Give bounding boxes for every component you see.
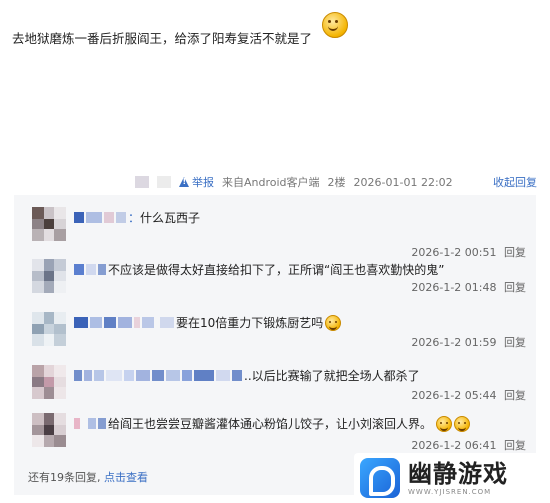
reply-text: 给阎王也尝尝豆瓣酱灌体通心粉馅儿饺子，让小刘滚回人界。	[74, 415, 471, 432]
collapse-replies-link[interactable]: 收起回复	[493, 174, 537, 190]
avatar[interactable]	[32, 207, 66, 241]
list-item: 不应该是做得太好直接给扣下了，正所谓“阎王也喜欢勤快的鬼” 2026-1-2 0…	[14, 259, 536, 309]
avatar[interactable]	[32, 413, 66, 447]
site-logo-icon	[360, 458, 400, 498]
source-text: 来自Android客户端	[222, 176, 320, 189]
reply-time: 2026-1-2 06:41	[411, 439, 497, 452]
reply-content: 不应该是做得太好直接给扣下了，正所谓“阎王也喜欢勤快的鬼”	[108, 263, 445, 277]
reply-meta: 2026-1-2 05:44 回复	[411, 387, 526, 403]
reply-meta: 2026-1-2 01:48 回复	[411, 279, 526, 295]
reply-button[interactable]: 回复	[504, 389, 526, 402]
report-button[interactable]: 举报	[179, 174, 214, 190]
report-label: 举报	[192, 176, 214, 189]
reply-content: 给阎王也尝尝豆瓣酱灌体通心粉馅儿饺子，让小刘滚回人界。	[108, 417, 433, 431]
reply-text: ： 什么瓦西子	[74, 209, 200, 226]
reply-meta: 2026-1-2 00:51 回复	[411, 244, 526, 260]
avatar[interactable]	[32, 312, 66, 346]
reply-panel: ： 什么瓦西子 2026-1-2 00:51 回复 不应该是做得太好直接给扣下了…	[14, 195, 536, 495]
blurred-thumbnail	[135, 176, 149, 188]
reply-content: 什么瓦西子	[140, 211, 201, 225]
warning-icon	[179, 177, 190, 187]
reply-text: 不应该是做得太好直接给扣下了，正所谓“阎王也喜欢勤快的鬼”	[74, 261, 444, 278]
post-datetime: 2026-01-01 22:02	[353, 175, 453, 189]
view-more-link[interactable]: 点击查看	[104, 471, 148, 484]
site-watermark: 幽静游戏 WWW.YJISREN.COM	[354, 453, 550, 503]
reply-meta: 2026-1-2 01:59 回复	[411, 334, 526, 350]
blurred-thumbnail	[157, 176, 171, 188]
reply-text: .. 以后比赛输了就把全场人都杀了	[74, 367, 420, 384]
watermark-text: 幽静游戏 WWW.YJISREN.COM	[400, 460, 508, 496]
more-replies: 还有19条回复, 点击查看	[28, 469, 148, 485]
reply-button[interactable]: 回复	[504, 246, 526, 259]
reply-content: 以后比赛输了就把全场人都杀了	[251, 369, 420, 383]
list-item: .. 以后比赛输了就把全场人都杀了 2026-1-2 05:44 回复	[14, 365, 536, 415]
watermark-subtitle: WWW.YJISREN.COM	[408, 488, 492, 496]
list-item: ： 什么瓦西子 2026-1-2 00:51 回复	[14, 207, 536, 260]
smile-emoji-icon	[322, 12, 348, 38]
post-meta-bar: 举报 来自Android客户端 2楼 2026-01-01 22:02 收起回复	[135, 173, 537, 191]
smile-emoji-icon	[436, 415, 453, 432]
reply-prefix: ：	[128, 211, 141, 225]
smile-emoji-icon	[325, 314, 342, 331]
post-text: 去地狱磨炼一番后折服阎王，给添了阳寿复活不就是了	[12, 31, 313, 46]
watermark-title: 幽静游戏	[408, 460, 508, 488]
reply-prefix: ..	[244, 368, 252, 383]
reply-button[interactable]: 回复	[504, 439, 526, 452]
reply-time: 2026-1-2 05:44	[411, 389, 497, 402]
avatar[interactable]	[32, 365, 66, 399]
reply-content: 要在10倍重力下锻炼厨艺吗	[176, 316, 324, 330]
reply-meta: 2026-1-2 06:41 回复	[411, 437, 526, 453]
reply-time: 2026-1-2 00:51	[411, 246, 497, 259]
reply-button[interactable]: 回复	[504, 281, 526, 294]
reply-text: 要在10倍重力下锻炼厨艺吗	[74, 314, 342, 331]
thinking-emoji-icon	[454, 415, 471, 432]
list-item: 要在10倍重力下锻炼厨艺吗 2026-1-2 01:59 回复	[14, 312, 536, 362]
reply-time: 2026-1-2 01:59	[411, 336, 497, 349]
floor-number: 2楼	[327, 176, 346, 189]
reply-time: 2026-1-2 01:48	[411, 281, 497, 294]
avatar[interactable]	[32, 259, 66, 293]
reply-button[interactable]: 回复	[504, 336, 526, 349]
more-count: 还有19条回复,	[28, 471, 101, 484]
